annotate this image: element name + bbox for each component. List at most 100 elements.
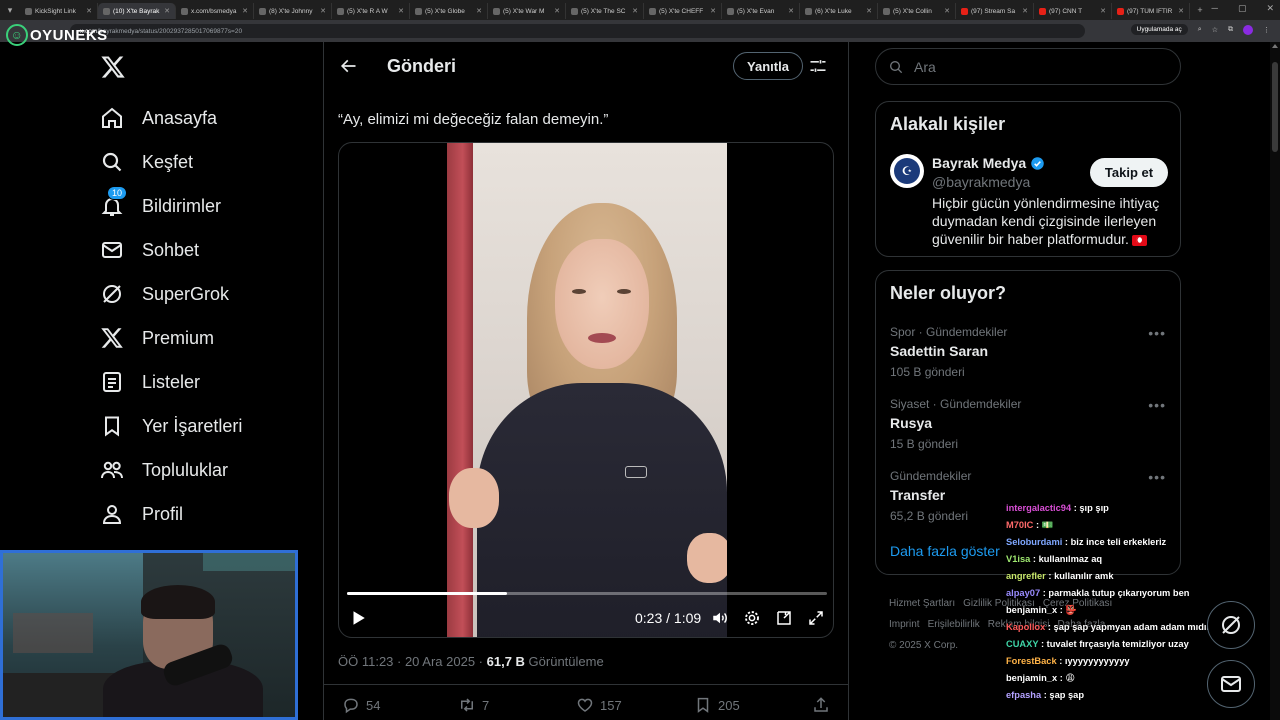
- nav-item-supergrok[interactable]: SuperGrok: [100, 272, 242, 316]
- tab-close-icon[interactable]: ✕: [1100, 7, 1106, 15]
- play-icon[interactable]: [349, 609, 367, 627]
- more-options-icon[interactable]: •••: [1148, 325, 1166, 341]
- scroll-up-arrow-icon[interactable]: [1272, 44, 1278, 48]
- chat-username[interactable]: angrefler: [1006, 571, 1046, 581]
- chat-username[interactable]: benjamin_x: [1006, 673, 1057, 683]
- video-player[interactable]: 0:23 / 1:09: [338, 142, 834, 638]
- tab-close-icon[interactable]: ✕: [1022, 7, 1028, 15]
- nav-item-profile[interactable]: Profil: [100, 492, 242, 536]
- nav-item-bookmarks[interactable]: Yer İşaretleri: [100, 404, 242, 448]
- browser-tab[interactable]: (5) X'te Collin ✕: [878, 3, 956, 19]
- chat-username[interactable]: ForestBack: [1006, 656, 1057, 666]
- chat-username[interactable]: M70IC: [1006, 520, 1033, 530]
- browser-tab[interactable]: (10) X'te Bayrak ✕: [98, 3, 176, 19]
- nav-item-explore[interactable]: Keşfet: [100, 140, 242, 184]
- repost-action[interactable]: 7: [458, 696, 489, 714]
- tab-close-icon[interactable]: ✕: [86, 7, 92, 15]
- chat-username[interactable]: efpasha: [1006, 690, 1041, 700]
- browser-tab[interactable]: (5) X'te The SC ✕: [566, 3, 644, 19]
- chat-username[interactable]: intergalactic94: [1006, 503, 1071, 513]
- browser-tab[interactable]: (97) Stream Sa ✕: [956, 3, 1034, 19]
- new-tab-button[interactable]: +: [1190, 0, 1210, 20]
- browser-tab[interactable]: (97) CNN T ✕: [1034, 3, 1112, 19]
- nav-item-lists[interactable]: Listeler: [100, 360, 242, 404]
- zoom-icon[interactable]: ⌕: [1198, 26, 1202, 34]
- chat-username[interactable]: alpay07: [1006, 588, 1040, 598]
- related-account-handle[interactable]: @bayrakmedya: [932, 174, 1030, 190]
- tab-close-icon[interactable]: ✕: [632, 7, 638, 15]
- nav-item-chat[interactable]: Sohbet: [100, 228, 242, 272]
- chat-username[interactable]: CUAXY: [1006, 639, 1038, 649]
- x-logo-icon[interactable]: [100, 54, 126, 80]
- more-options-icon[interactable]: •••: [1148, 469, 1166, 485]
- tab-close-icon[interactable]: ✕: [164, 7, 170, 15]
- nav-item-premium[interactable]: Premium: [100, 316, 242, 360]
- nav-item-home[interactable]: Anasayfa: [100, 96, 242, 140]
- tab-close-icon[interactable]: ✕: [866, 7, 872, 15]
- browser-tab[interactable]: (5) X'te R A W ✕: [332, 3, 410, 19]
- picture-in-picture-icon[interactable]: [775, 609, 793, 627]
- tab-close-icon[interactable]: ✕: [788, 7, 794, 15]
- settings-sliders-icon[interactable]: [808, 56, 828, 76]
- footer-link[interactable]: Hizmet Şartları: [889, 598, 955, 609]
- fullscreen-icon[interactable]: [807, 609, 825, 627]
- show-more-link[interactable]: Daha fazla göster: [890, 543, 1000, 559]
- follow-button[interactable]: Takip et: [1090, 158, 1168, 187]
- extensions-icon[interactable]: ⧉: [1228, 26, 1233, 34]
- messages-button[interactable]: [1207, 660, 1255, 708]
- nav-item-notifications[interactable]: 10 Bildirimler: [100, 184, 242, 228]
- trend-item[interactable]: Siyaset · Gündemdekiler Rusya 15 B gönderi…: [890, 397, 1172, 457]
- video-progress-bar[interactable]: [347, 592, 827, 595]
- chat-username[interactable]: Kapollox: [1006, 622, 1045, 632]
- bookmark-action[interactable]: 205: [694, 696, 740, 714]
- browser-tab[interactable]: (6) X'te Luke ✕: [800, 3, 878, 19]
- footer-link[interactable]: Imprint: [889, 619, 920, 630]
- browser-tab[interactable]: (5) X'te Evan ✕: [722, 3, 800, 19]
- tab-search-icon[interactable]: ▾: [0, 0, 20, 20]
- browser-tab[interactable]: KickSight Link ✕: [20, 3, 98, 19]
- back-arrow-icon[interactable]: [338, 56, 358, 76]
- chat-username[interactable]: Seloburdami: [1006, 537, 1062, 547]
- grok-button[interactable]: [1207, 601, 1255, 649]
- page-scrollbar[interactable]: [1270, 42, 1280, 720]
- bookmark-star-icon[interactable]: ☆: [1212, 26, 1218, 34]
- open-in-app-button[interactable]: Uygulamada aç: [1130, 24, 1188, 35]
- video-frame[interactable]: [447, 143, 727, 637]
- tab-close-icon[interactable]: ✕: [944, 7, 950, 15]
- browser-tab[interactable]: (5) X'te Globe ✕: [410, 3, 488, 19]
- search-input[interactable]: [914, 58, 1154, 75]
- browser-tab[interactable]: (5) X'te War M ✕: [488, 3, 566, 19]
- minimize-icon[interactable]: ─: [1212, 3, 1218, 14]
- related-account-name-row[interactable]: Bayrak Medya: [932, 155, 1045, 171]
- chat-username[interactable]: benjamin_x: [1006, 605, 1057, 615]
- tab-close-icon[interactable]: ✕: [554, 7, 560, 15]
- nav-item-communities[interactable]: Topluluklar: [100, 448, 242, 492]
- close-window-icon[interactable]: ✕: [1266, 3, 1274, 14]
- scrollbar-thumb[interactable]: [1272, 62, 1278, 152]
- video-settings-gear-icon[interactable]: [743, 609, 761, 627]
- tab-close-icon[interactable]: ✕: [1178, 7, 1184, 15]
- url-field[interactable]: x.com/bayrakmedya/status/200293728501706…: [70, 24, 1085, 38]
- browser-tab[interactable]: (97) TÜM İFTİR ✕: [1112, 3, 1190, 19]
- maximize-icon[interactable]: ▢: [1238, 3, 1247, 14]
- tab-close-icon[interactable]: ✕: [398, 7, 404, 15]
- profile-icon[interactable]: [1243, 24, 1253, 35]
- reply-button[interactable]: Yanıtla: [733, 52, 803, 80]
- browser-tab[interactable]: (5) X'te CHEFF ✕: [644, 3, 722, 19]
- footer-link[interactable]: Erişilebilirlik: [928, 619, 980, 630]
- menu-icon[interactable]: ⋮: [1263, 26, 1270, 34]
- tab-close-icon[interactable]: ✕: [476, 7, 482, 15]
- reply-action[interactable]: 54: [342, 696, 380, 714]
- avatar[interactable]: ☪: [890, 154, 924, 188]
- like-action[interactable]: 157: [576, 696, 622, 714]
- more-options-icon[interactable]: •••: [1148, 397, 1166, 413]
- browser-tab[interactable]: x.com/bsmedya ✕: [176, 3, 254, 19]
- post-timestamp[interactable]: ÖÖ 11:23 · 20 Ara 2025 ·: [338, 654, 487, 669]
- chat-username[interactable]: V1isa: [1006, 554, 1030, 564]
- tab-close-icon[interactable]: ✕: [320, 7, 326, 15]
- tab-close-icon[interactable]: ✕: [242, 7, 248, 15]
- browser-tab[interactable]: (8) X'te Johnny ✕: [254, 3, 332, 19]
- volume-icon[interactable]: [711, 609, 729, 627]
- share-action[interactable]: [812, 696, 830, 714]
- tab-close-icon[interactable]: ✕: [710, 7, 716, 15]
